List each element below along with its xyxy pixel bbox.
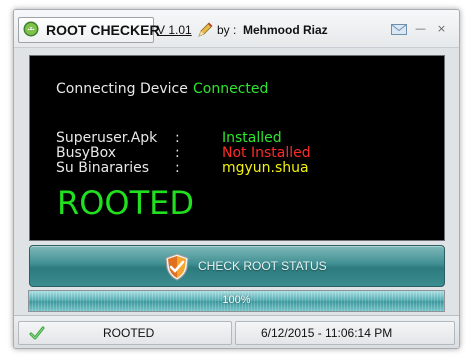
connecting-device-value: Connected	[193, 81, 269, 97]
by-label: by :	[217, 23, 237, 37]
check-icon	[29, 326, 45, 340]
check-root-status-button[interactable]: CHECK ROOT STATUS	[29, 245, 445, 287]
busybox-value: Not Installed	[222, 145, 311, 161]
console-output: Connecting Device Connected Superuser.Ap…	[29, 55, 445, 241]
root-result: ROOTED	[57, 184, 195, 222]
close-icon[interactable]: ×	[436, 23, 447, 34]
minimize-icon[interactable]: —	[415, 23, 426, 34]
superuser-value: Installed	[222, 130, 282, 146]
author-name: Mehmood Riaz	[243, 23, 328, 37]
mail-icon[interactable]	[391, 22, 407, 36]
su-binaries-value: mgyun.shua	[222, 160, 309, 176]
status-cell-result: ROOTED	[18, 321, 232, 345]
superuser-separator: :	[175, 130, 180, 146]
android-icon	[23, 21, 39, 37]
su-binaries-separator: :	[175, 160, 180, 176]
status-cell-datetime: 6/12/2015 - 11:06:14 PM	[235, 321, 455, 345]
progress-label: 100%	[222, 294, 251, 306]
su-binaries-label: Su Binararies	[56, 160, 150, 176]
shield-icon	[165, 253, 189, 281]
status-datetime: 6/12/2015 - 11:06:14 PM	[261, 326, 393, 340]
title-bar: ROOT CHECKER V 1.01 by : Mehmood Riaz — …	[14, 10, 459, 48]
busybox-label: BusyBox	[56, 145, 117, 161]
version-link[interactable]: V 1.01	[157, 23, 192, 37]
root-checker-window: ROOT CHECKER V 1.01 by : Mehmood Riaz — …	[13, 9, 460, 349]
busybox-separator: :	[175, 145, 180, 161]
status-result-text: ROOTED	[103, 326, 155, 340]
pen-icon	[198, 22, 213, 37]
app-title-box: ROOT CHECKER	[18, 17, 160, 43]
progress-bar: 100%	[28, 290, 445, 312]
app-title: ROOT CHECKER	[46, 22, 160, 38]
check-root-status-label: CHECK ROOT STATUS	[198, 259, 327, 273]
superuser-label: Superuser.Apk	[56, 130, 158, 146]
status-bar: ROOTED 6/12/2015 - 11:06:14 PM	[14, 315, 459, 348]
connecting-device-label: Connecting Device	[56, 81, 188, 97]
